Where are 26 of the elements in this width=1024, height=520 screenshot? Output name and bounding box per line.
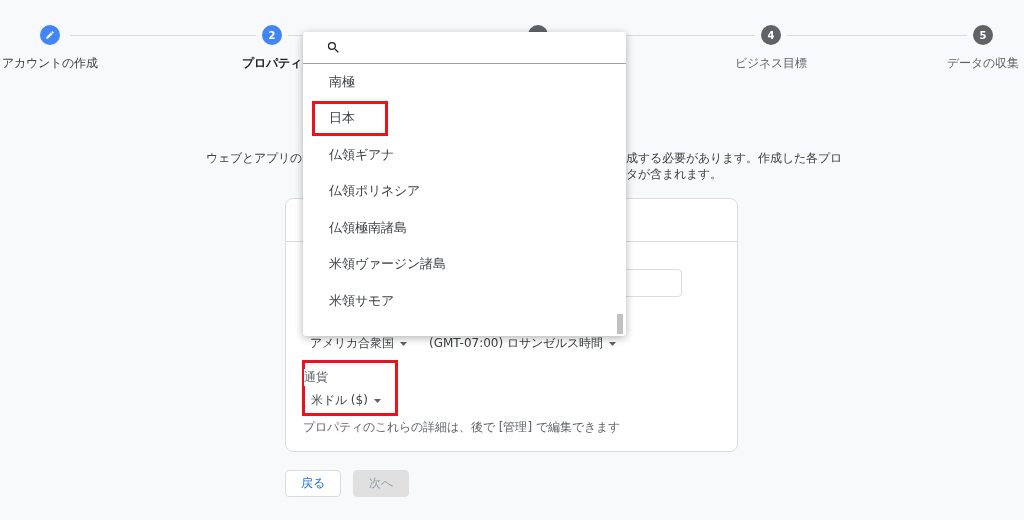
caret-icon <box>400 341 407 346</box>
description-text: タが含まれます。 <box>626 166 723 182</box>
country-option[interactable]: 米領ヴァージン諸島 <box>312 247 479 283</box>
caret-icon <box>373 398 381 403</box>
step-label: ビジネス目標 <box>735 55 807 72</box>
country-option[interactable]: 仏領ギアナ <box>312 137 427 173</box>
description-text: 成する必要があります。作成した各プロ <box>626 150 843 166</box>
step-label: データの収集 <box>947 55 1019 72</box>
scrollbar-thumb[interactable] <box>617 314 623 334</box>
step-label: プロパティ <box>242 55 302 72</box>
select-dropdown[interactable]: (GMT-07:00) ロサンゼルス時間 <box>429 335 616 352</box>
back-button[interactable]: 戻る <box>285 470 341 497</box>
country-option[interactable]: 米領サモア <box>312 283 427 319</box>
select-dropdown[interactable]: アメリカ合衆国 <box>310 335 407 352</box>
caret-icon <box>609 341 616 346</box>
hint-text: プロパティのこれらの詳細は、後で [管理] で編集できます <box>303 419 621 436</box>
country-option[interactable]: 南極 <box>312 64 388 100</box>
currency-label: 通貨 <box>304 369 328 386</box>
country-option[interactable]: 日本 <box>312 101 388 137</box>
pencil-icon <box>45 30 55 40</box>
country-option[interactable]: 仏領ポリネシア <box>312 174 453 210</box>
search-icon <box>326 40 341 55</box>
currency-select[interactable]: 米ドル ($) <box>305 392 395 409</box>
country-option[interactable]: 仏領極南諸島 <box>312 210 440 246</box>
description-text: ウェブとアプリの <box>206 150 302 166</box>
step-label: アカウントの作成 <box>2 55 98 72</box>
